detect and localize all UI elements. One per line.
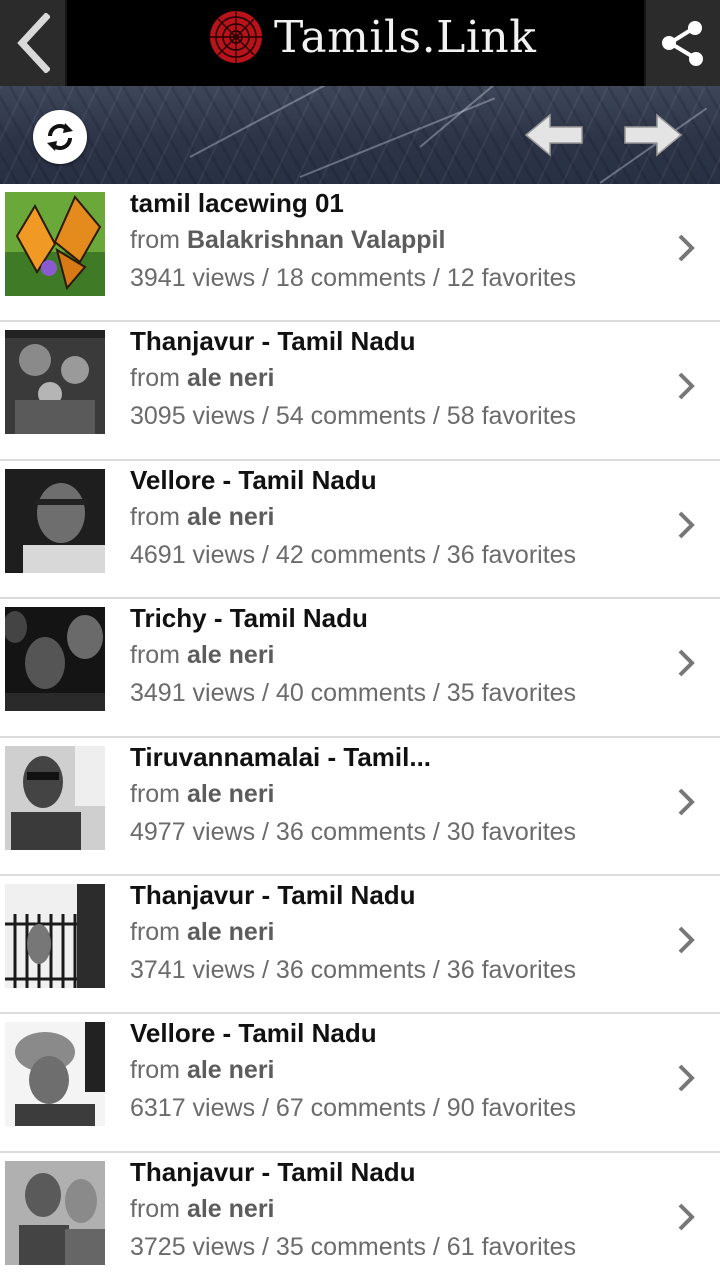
refresh-icon bbox=[47, 123, 73, 151]
gate-child-photo bbox=[5, 883, 105, 988]
app-header: Tamils.Link bbox=[0, 0, 720, 86]
item-stats: 4691 views / 42 comments / 36 favorites bbox=[130, 540, 577, 569]
chevron-right-icon bbox=[678, 1064, 695, 1092]
item-author: ale neri bbox=[186, 364, 275, 393]
chevron-left-icon bbox=[16, 13, 50, 73]
chevron-right-icon bbox=[678, 1203, 695, 1231]
item-author-line: from ale neri bbox=[130, 502, 275, 531]
street-man-photo bbox=[5, 745, 105, 850]
item-author-line: from ale neri bbox=[130, 641, 275, 670]
item-author: ale neri bbox=[186, 1056, 275, 1085]
list-item[interactable]: Thanjavur - Tamil Nadu from ale neri 309… bbox=[0, 322, 720, 461]
item-stats: 3491 views / 40 comments / 35 favorites bbox=[130, 679, 577, 708]
item-author-line: from Balakrishnan Valappil bbox=[130, 226, 446, 254]
chevron-right-icon bbox=[678, 372, 695, 400]
item-title: tamil lacewing 01 bbox=[130, 188, 344, 218]
photo-list: tamil lacewing 01 from Balakrishnan Vala… bbox=[0, 184, 720, 1280]
item-title: Thanjavur - Tamil Nadu bbox=[130, 879, 416, 910]
item-stats: 6317 views / 67 comments / 90 favorites bbox=[130, 1094, 577, 1123]
item-stats: 3941 views / 18 comments / 12 favorites bbox=[130, 264, 577, 292]
chevron-right-icon bbox=[678, 926, 695, 954]
chevron-right-icon bbox=[678, 234, 695, 262]
chevron-right-icon bbox=[678, 788, 695, 815]
navigation-toolbar bbox=[0, 86, 720, 184]
background-texture bbox=[189, 86, 332, 158]
item-author-line: from ale neri bbox=[130, 917, 275, 946]
item-stats: 3725 views / 35 comments / 61 favorites bbox=[130, 1232, 577, 1261]
list-item[interactable]: Thanjavur - Tamil Nadu from ale neri 374… bbox=[0, 875, 720, 1015]
girls-portrait-photo bbox=[5, 1160, 105, 1265]
item-title: Tiruvannamalai - Tamil... bbox=[130, 741, 432, 772]
previous-page-button[interactable] bbox=[523, 110, 585, 160]
brand: Tamils.Link bbox=[208, 6, 536, 68]
list-item[interactable]: Thanjavur - Tamil Nadu from ale neri 372… bbox=[0, 1152, 720, 1280]
item-author-line: from ale neri bbox=[130, 779, 275, 808]
item-author-line: from ale neri bbox=[130, 1056, 275, 1085]
item-title: Thanjavur - Tamil Nadu bbox=[130, 1156, 416, 1187]
red-flower-logo bbox=[210, 11, 262, 63]
item-title: Vellore - Tamil Nadu bbox=[130, 1018, 377, 1049]
item-author: ale neri bbox=[186, 641, 275, 670]
chevron-right-icon bbox=[678, 511, 695, 539]
next-page-button[interactable] bbox=[622, 110, 684, 160]
chevron-right-icon bbox=[678, 649, 695, 677]
item-stats: 4977 views / 36 comments / 30 favorites bbox=[130, 817, 577, 846]
arrow-left-icon bbox=[524, 113, 583, 157]
list-item[interactable]: Tiruvannamalai - Tamil... from ale neri … bbox=[0, 737, 720, 876]
item-title: Vellore - Tamil Nadu bbox=[130, 464, 377, 495]
item-author: ale neri bbox=[186, 779, 275, 808]
item-author: ale neri bbox=[186, 917, 275, 946]
family-photo bbox=[5, 330, 105, 435]
item-author: Balakrishnan Valappil bbox=[186, 226, 446, 254]
background-texture bbox=[419, 86, 521, 148]
share-icon bbox=[662, 21, 703, 66]
item-title: Trichy - Tamil Nadu bbox=[130, 603, 368, 634]
list-item[interactable]: Vellore - Tamil Nadu from ale neri 6317 … bbox=[0, 1014, 720, 1153]
item-author: ale neri bbox=[186, 1194, 275, 1223]
boys-group-photo bbox=[5, 607, 105, 712]
list-item[interactable]: Vellore - Tamil Nadu from ale neri 4691 … bbox=[0, 460, 720, 600]
man-portrait-photo bbox=[5, 468, 105, 573]
item-stats: 3741 views / 36 comments / 36 favorites bbox=[130, 955, 577, 984]
arrow-right-icon bbox=[624, 113, 683, 157]
item-author-line: from ale neri bbox=[130, 1194, 275, 1223]
butterfly-photo bbox=[5, 192, 105, 296]
item-author: ale neri bbox=[186, 502, 275, 531]
app-title: Tamils.Link bbox=[274, 11, 537, 63]
back-button[interactable] bbox=[0, 0, 67, 86]
item-stats: 3095 views / 54 comments / 58 favorites bbox=[130, 402, 577, 431]
elderly-woman-photo bbox=[5, 1022, 105, 1127]
item-author-line: from ale neri bbox=[130, 364, 275, 393]
refresh-button[interactable] bbox=[33, 110, 87, 164]
share-button[interactable] bbox=[644, 0, 720, 86]
list-item[interactable]: Trichy - Tamil Nadu from ale neri 3491 v… bbox=[0, 599, 720, 738]
list-item[interactable]: tamil lacewing 01 from Balakrishnan Vala… bbox=[0, 184, 720, 323]
item-title: Thanjavur - Tamil Nadu bbox=[130, 326, 416, 357]
